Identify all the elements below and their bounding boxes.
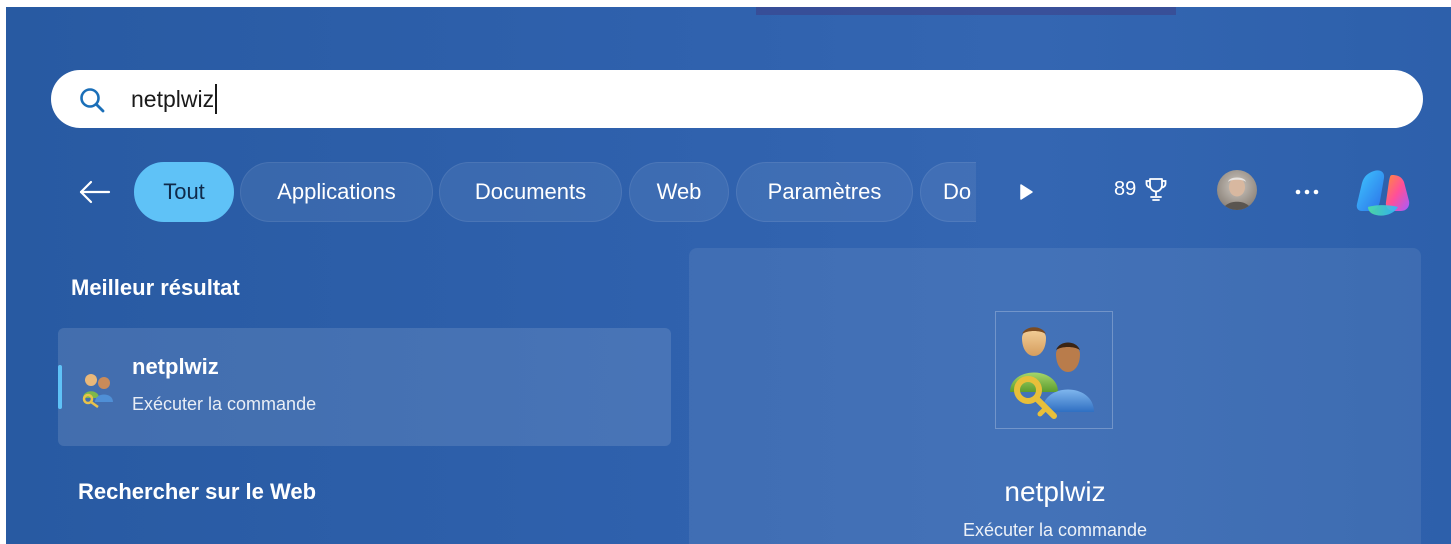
- rewards-points[interactable]: 89: [1114, 176, 1168, 202]
- more-dots-icon: [1295, 189, 1319, 195]
- tab-parametres[interactable]: Paramètres: [736, 162, 913, 222]
- scroll-filters-right-button[interactable]: [1009, 175, 1043, 209]
- users-key-icon: [1010, 327, 1094, 419]
- play-arrow-icon: [1020, 184, 1033, 200]
- tab-label: Web: [656, 179, 702, 204]
- tab-documents-partial[interactable]: Do: [920, 162, 976, 222]
- best-result-item[interactable]: netplwiz Exécuter la commande: [58, 328, 671, 446]
- tab-documents[interactable]: Documents: [439, 162, 622, 222]
- trophy-icon: [1145, 178, 1167, 201]
- tab-label: Applications: [277, 179, 396, 204]
- avatar-photo-icon: [1217, 170, 1257, 210]
- best-result-title: netplwiz: [132, 354, 219, 379]
- points-value: 89: [1114, 177, 1137, 200]
- best-result-subtitle: Exécuter la commande: [132, 394, 317, 414]
- best-result-heading: Meilleur résultat: [71, 275, 240, 300]
- tab-label: Paramètres: [767, 179, 882, 204]
- user-avatar[interactable]: [1217, 170, 1257, 210]
- tab-label: Tout: [163, 179, 205, 204]
- text-caret: [215, 84, 218, 114]
- preview-subtitle: Exécuter la commande: [962, 520, 1148, 540]
- search-window: netplwiz Tout Applications Documents Web…: [6, 7, 1451, 544]
- search-icon: [80, 88, 105, 113]
- tab-label: Do: [943, 179, 972, 204]
- copilot-button[interactable]: [1354, 167, 1412, 219]
- back-button[interactable]: [74, 172, 114, 212]
- back-arrow-icon: [79, 180, 111, 204]
- search-input-value: netplwiz: [131, 85, 215, 112]
- more-options-button[interactable]: [1289, 177, 1325, 207]
- tab-tout[interactable]: Tout: [134, 162, 234, 222]
- search-input[interactable]: netplwiz: [131, 84, 218, 114]
- tab-applications[interactable]: Applications: [240, 162, 433, 222]
- tab-label: Documents: [474, 179, 587, 204]
- result-preview-panel: netplwiz Exécuter la commande: [689, 248, 1421, 544]
- tab-web[interactable]: Web: [629, 162, 729, 222]
- copilot-icon: [1356, 170, 1410, 216]
- web-search-heading: Rechercher sur le Web: [78, 479, 317, 504]
- preview-title: netplwiz: [1004, 476, 1106, 507]
- search-bar[interactable]: netplwiz: [51, 70, 1423, 128]
- filter-tabs: Tout Applications Documents Web Paramètr…: [134, 162, 976, 224]
- preview-icon-frame: [995, 311, 1113, 429]
- selection-indicator: [58, 365, 62, 409]
- users-key-icon: [82, 374, 113, 408]
